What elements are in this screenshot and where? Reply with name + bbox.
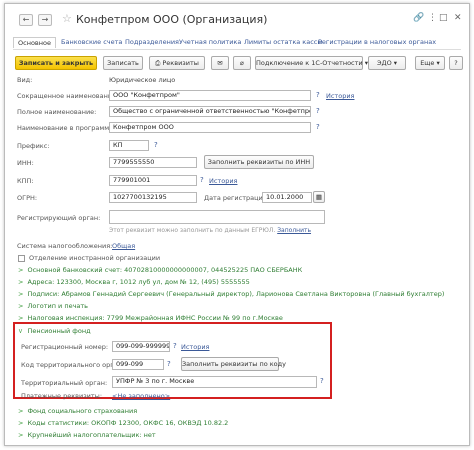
attach-button[interactable]: ⌀ xyxy=(233,56,251,70)
program-name-field[interactable]: Конфетпром ООО xyxy=(109,122,311,133)
full-name-field[interactable]: Общество с ограниченной ответственностью… xyxy=(109,106,311,117)
link-icon[interactable]: 🔗 xyxy=(413,13,424,23)
kpp-label: КПП: xyxy=(17,177,34,185)
help-icon[interactable]: ? xyxy=(316,123,320,131)
terr-organ-label: Территориальный орган: xyxy=(21,379,108,387)
ogrn-field[interactable]: 1027700132195 xyxy=(109,192,197,203)
tax-system-label: Система налогообложения: xyxy=(17,242,113,250)
chevron-down-icon: ▾ xyxy=(391,59,398,67)
requisites-button[interactable]: ⎙ Реквизиты xyxy=(149,56,205,70)
help-icon[interactable]: ? xyxy=(316,91,320,99)
help-icon[interactable]: ? xyxy=(167,360,171,368)
help-icon[interactable]: ? xyxy=(154,141,158,149)
chevron-right-icon: > xyxy=(18,314,24,322)
pension-reg-num-field[interactable]: 099-099-999999 xyxy=(112,341,170,352)
help-button[interactable]: ? xyxy=(449,56,463,70)
stat-codes-section[interactable]: > Коды статистики: ОКОПФ 12300, ОКФС 16, … xyxy=(18,419,228,427)
edo-button[interactable]: ЭДО ▾ xyxy=(368,56,406,70)
history-link[interactable]: История xyxy=(326,92,354,100)
paperclip-icon: ⌀ xyxy=(240,59,244,67)
chevron-right-icon: > xyxy=(18,407,24,415)
addresses-section[interactable]: > Адреса: 123300, Москва г, 1012 луб ул, … xyxy=(18,278,250,286)
chevron-right-icon: > xyxy=(18,431,24,439)
pension-fund-section[interactable]: > Пенсионный фонд xyxy=(16,327,91,335)
program-name-label: Наименование в программе: xyxy=(17,124,116,132)
terr-organ-field[interactable]: УПФР № 3 по г. Москве xyxy=(112,376,317,388)
tab-bank-accounts[interactable]: Банковские счета xyxy=(61,38,122,46)
tax-system-link[interactable]: Общая xyxy=(112,242,135,250)
tab-tax-registrations[interactable]: Регистрации в налоговых органах xyxy=(318,38,436,46)
foreign-org-label: Отделение иностранной организации xyxy=(29,254,161,262)
window-title: Конфетпром ООО (Организация) xyxy=(76,13,268,26)
forward-button[interactable]: → xyxy=(38,14,52,26)
chevron-right-icon: > xyxy=(18,419,24,427)
chevron-down-icon: > xyxy=(16,328,25,334)
signatures-section[interactable]: > Подписи: Абрамов Геннадий Сергеевич (Ге… xyxy=(18,290,444,298)
tab-main[interactable]: Основное xyxy=(13,37,56,48)
vid-label: Вид: xyxy=(17,76,33,84)
tab-divisions[interactable]: Подразделения xyxy=(125,38,179,46)
arrow-left-icon: ← xyxy=(22,15,30,24)
calendar-icon: ▦ xyxy=(315,193,323,201)
help-icon[interactable]: ? xyxy=(173,342,177,350)
chevron-right-icon: > xyxy=(18,278,24,286)
mail-button[interactable]: ✉ xyxy=(211,56,229,70)
ogrn-label: ОГРН: xyxy=(17,194,38,202)
more-icon[interactable]: ⋮ xyxy=(428,13,437,23)
reg-organ-label: Регистрирующий орган: xyxy=(17,214,101,222)
connect-1c-reporting-button[interactable]: Подключение к 1С-Отчетности ▾ xyxy=(255,56,368,70)
vid-value: Юридическое лицо xyxy=(109,76,176,84)
fss-section[interactable]: > Фонд социального страхования xyxy=(18,407,137,415)
tax-inspection-section[interactable]: > Налоговая инспекция: 7799 Межрайонная И… xyxy=(18,314,283,322)
kpp-history-link[interactable]: История xyxy=(209,177,237,185)
largest-taxpayer-section[interactable]: > Крупнейший налогоплательщик: нет xyxy=(18,431,156,439)
chevron-right-icon: > xyxy=(18,302,24,310)
reg-organ-field[interactable] xyxy=(109,210,325,224)
pension-reg-num-label: Регистрационный номер: xyxy=(21,343,109,351)
favorite-star-icon[interactable]: ☆ xyxy=(62,12,72,25)
help-icon[interactable]: ? xyxy=(200,176,204,184)
short-name-label: Сокращенное наименование: xyxy=(17,92,119,100)
payment-requisites-label: Платежные реквизиты: xyxy=(21,392,103,400)
reg-organ-note: Этот реквизит можно заполнить по данным … xyxy=(109,227,312,234)
payment-requisites-link[interactable]: <Не заполнено> xyxy=(112,392,170,400)
short-name-field[interactable]: ООО "Конфетпром" xyxy=(109,90,311,101)
foreign-org-checkbox[interactable] xyxy=(18,255,25,262)
inn-label: ИНН: xyxy=(17,159,34,167)
help-icon[interactable]: ? xyxy=(320,377,324,385)
more-button[interactable]: Еще ▾ xyxy=(415,56,445,70)
egrul-fill-link[interactable]: Заполнить xyxy=(277,227,311,234)
prefix-label: Префикс: xyxy=(17,142,50,150)
tab-accounting-policy[interactable]: Учетная политика xyxy=(179,38,241,46)
envelope-icon: ✉ xyxy=(217,59,223,67)
reg-date-field[interactable]: 10.01.2000 xyxy=(262,192,312,203)
save-close-button[interactable]: Записать и закрыть xyxy=(15,56,97,70)
calendar-button[interactable]: ▦ xyxy=(313,191,325,203)
chevron-down-icon: ▾ xyxy=(434,59,440,67)
reg-date-label: Дата регистрации: xyxy=(204,194,270,202)
chevron-right-icon: > xyxy=(18,266,24,274)
fill-by-inn-button[interactable]: Заполнить реквизиты по ИНН xyxy=(204,155,314,169)
save-button[interactable]: Записать xyxy=(103,56,143,70)
logo-section[interactable]: > Логотип и печать xyxy=(18,302,88,310)
pension-history-link[interactable]: История xyxy=(181,343,209,351)
tab-cash-limits[interactable]: Лимиты остатка кассы xyxy=(244,38,323,46)
maximize-icon[interactable]: □ xyxy=(439,13,448,23)
arrow-right-icon: → xyxy=(41,15,49,24)
full-name-label: Полное наименование: xyxy=(17,108,97,116)
bank-account-section[interactable]: > Основной банковский счет: 4070281000000… xyxy=(18,266,302,274)
fill-by-code-button[interactable]: Заполнить реквизиты по коду xyxy=(181,357,286,371)
prefix-field[interactable]: КП xyxy=(109,140,149,151)
organization-window: ← → ☆ Конфетпром ООО (Организация) 🔗 ⋮ □… xyxy=(4,3,470,446)
kpp-field[interactable]: 779901001 xyxy=(109,175,197,186)
back-button[interactable]: ← xyxy=(19,14,33,26)
terr-code-field[interactable]: 099-099 xyxy=(112,359,164,370)
chevron-right-icon: > xyxy=(18,290,24,298)
close-icon[interactable]: ✕ xyxy=(454,13,462,23)
tabs-divider xyxy=(13,49,461,50)
inn-field[interactable]: 7799555550 xyxy=(109,157,197,168)
help-icon[interactable]: ? xyxy=(316,107,320,115)
